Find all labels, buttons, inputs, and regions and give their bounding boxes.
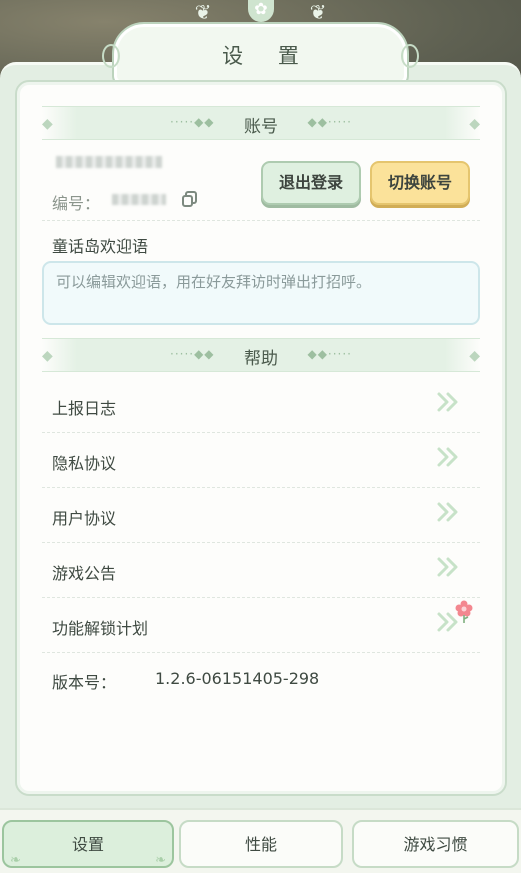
tab-label: 游戏习惯 bbox=[403, 835, 468, 854]
section-header-account: ◆ ·····◆◆ 账号 ◆◆····· ◆ bbox=[42, 106, 480, 140]
list-item-label: 用户协议 bbox=[52, 509, 117, 528]
list-item-upload-log[interactable]: 上报日志 bbox=[42, 378, 480, 432]
logout-button[interactable]: 退出登录 bbox=[261, 161, 361, 205]
version-value: 1.2.6-06151405-298 bbox=[155, 669, 320, 688]
tab-performance[interactable]: 性能 bbox=[179, 820, 343, 868]
list-item-game-announcement[interactable]: 游戏公告 bbox=[42, 543, 480, 597]
section-header-help: ◆ ·····◆◆ 帮助 ◆◆····· ◆ bbox=[42, 338, 480, 372]
list-item-label: 上报日志 bbox=[52, 399, 117, 418]
divider bbox=[42, 220, 480, 221]
leaf-icon: ❧ bbox=[10, 853, 21, 868]
tab-label: 设置 bbox=[71, 835, 104, 854]
welcome-label: 童话岛欢迎语 bbox=[52, 237, 149, 256]
list-item-feature-unlock-plan[interactable]: 功能解锁计划 bbox=[42, 598, 480, 652]
list-item-user-agreement[interactable]: 用户协议 bbox=[42, 488, 480, 542]
leaf-icon: ❧ bbox=[155, 853, 166, 868]
account-id-redacted bbox=[112, 194, 166, 205]
double-chevron-right-icon bbox=[437, 557, 458, 577]
section-title-help: 帮助 bbox=[244, 349, 278, 369]
account-id-label: 编号： bbox=[52, 194, 101, 213]
list-item-privacy-policy[interactable]: 隐私协议 bbox=[42, 433, 480, 487]
copy-icon[interactable] bbox=[181, 190, 199, 208]
switch-account-button[interactable]: 切换账号 bbox=[370, 161, 470, 205]
account-name-redacted bbox=[56, 156, 162, 168]
welcome-message-input[interactable]: 可以编辑欢迎语，用在好友拜访时弹出打招呼。 bbox=[42, 261, 480, 325]
divider-dots-right: ◆◆····· bbox=[307, 115, 352, 129]
double-chevron-right-icon bbox=[437, 502, 458, 522]
diamond-icon: ◆ bbox=[469, 116, 480, 132]
divider-dots-right: ◆◆····· bbox=[307, 347, 352, 361]
tab-game-habits[interactable]: 游戏习惯 bbox=[352, 820, 519, 868]
double-chevron-right-icon bbox=[437, 447, 458, 467]
diamond-icon: ◆ bbox=[469, 348, 480, 364]
double-chevron-right-icon bbox=[437, 392, 458, 412]
version-label: 版本号： bbox=[52, 673, 117, 692]
red-flower-badge-icon bbox=[455, 600, 473, 623]
section-title-account: 账号 bbox=[244, 117, 278, 137]
tab-settings[interactable]: 设置 ❧ ❧ bbox=[2, 820, 174, 868]
list-item-label: 隐私协议 bbox=[52, 454, 117, 473]
page-title: 设 置 bbox=[222, 44, 313, 68]
tab-label: 性能 bbox=[244, 835, 277, 854]
list-item-label: 游戏公告 bbox=[52, 564, 117, 583]
list-item-label: 功能解锁计划 bbox=[52, 619, 149, 638]
divider bbox=[42, 652, 480, 653]
